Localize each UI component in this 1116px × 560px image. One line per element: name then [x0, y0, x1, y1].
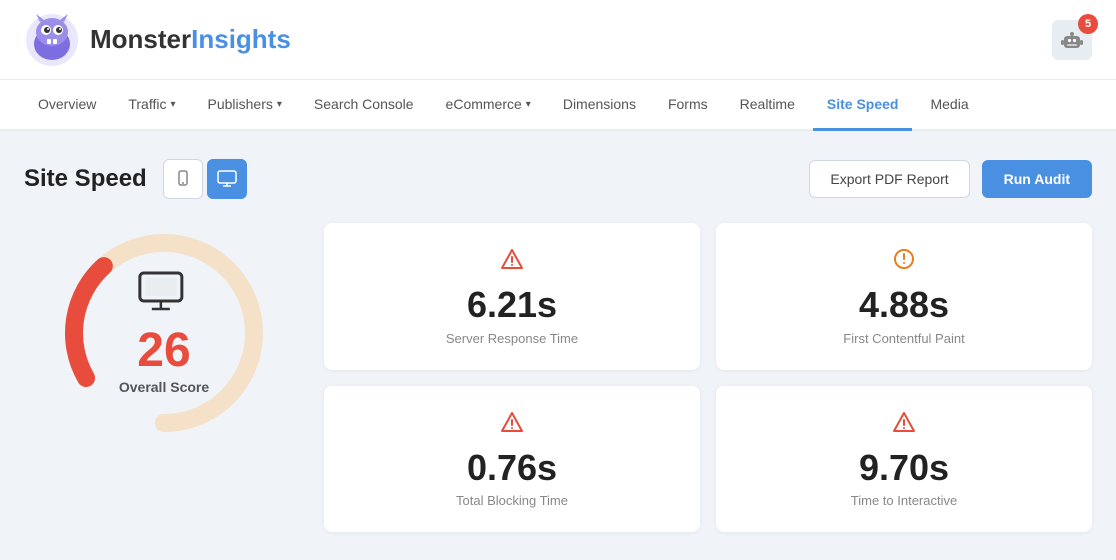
- nav-search-console[interactable]: Search Console: [300, 80, 428, 131]
- traffic-chevron: ▾: [170, 99, 175, 110]
- nav-publishers[interactable]: Publishers ▾: [194, 80, 296, 131]
- notification-badge: 5: [1078, 14, 1098, 34]
- nav-forms[interactable]: Forms: [654, 80, 722, 131]
- metric-card-server-response: 6.21s Server Response Time: [324, 223, 700, 370]
- donut-chart: 26 Overall Score: [54, 223, 274, 443]
- nav-overview[interactable]: Overview: [24, 80, 110, 131]
- app-header: MonsterInsights 5: [0, 0, 1116, 80]
- desktop-device-button[interactable]: [207, 159, 247, 199]
- warning-icon-tbt: [500, 410, 524, 440]
- mobile-icon: [174, 170, 192, 188]
- logo-icon: [24, 12, 80, 68]
- metric-name-tti: Time to Interactive: [851, 493, 957, 508]
- desktop-icon: [217, 170, 237, 188]
- metric-value-fcp: 4.88s: [859, 285, 949, 325]
- metric-value-tti: 9.70s: [859, 448, 949, 488]
- score-section: 26 Overall Score: [24, 223, 304, 443]
- metric-card-tti: 9.70s Time to Interactive: [716, 386, 1092, 533]
- metric-name-server-response: Server Response Time: [446, 331, 578, 346]
- nav-dimensions[interactable]: Dimensions: [549, 80, 650, 131]
- warning-icon-server: [500, 247, 524, 277]
- notification-icon: [1061, 29, 1083, 51]
- metric-value-server-response: 6.21s: [467, 285, 557, 325]
- score-number: 26: [119, 327, 209, 375]
- main-nav: Overview Traffic ▾ Publishers ▾ Search C…: [0, 80, 1116, 131]
- metric-name-fcp: First Contentful Paint: [843, 331, 964, 346]
- run-audit-button[interactable]: Run Audit: [982, 160, 1092, 198]
- nav-realtime[interactable]: Realtime: [726, 80, 809, 131]
- nav-site-speed[interactable]: Site Speed: [813, 80, 913, 131]
- page-title: Site Speed: [24, 165, 147, 193]
- page-title-row: Site Speed: [24, 159, 247, 199]
- monitor-icon: [119, 271, 209, 325]
- metric-value-tbt: 0.76s: [467, 448, 557, 488]
- publishers-chevron: ▾: [277, 99, 282, 110]
- donut-center: 26 Overall Score: [119, 271, 209, 395]
- metrics-grid: 6.21s Server Response Time 4.88s First C…: [324, 223, 1092, 532]
- metric-card-tbt: 0.76s Total Blocking Time: [324, 386, 700, 533]
- logo-area: MonsterInsights: [24, 12, 291, 68]
- metric-name-tbt: Total Blocking Time: [456, 493, 568, 508]
- content-area: 26 Overall Score 6.21s Server Response T…: [24, 223, 1092, 532]
- warning-icon-fcp: [892, 247, 916, 277]
- score-label: Overall Score: [119, 379, 209, 395]
- nav-traffic[interactable]: Traffic ▾: [114, 80, 189, 131]
- main-content: Site Speed: [0, 131, 1116, 560]
- ecommerce-chevron: ▾: [526, 99, 531, 110]
- nav-media[interactable]: Media: [916, 80, 982, 131]
- logo-text: MonsterInsights: [90, 24, 291, 55]
- notification-button[interactable]: 5: [1052, 20, 1092, 60]
- export-pdf-button[interactable]: Export PDF Report: [809, 160, 969, 198]
- metric-card-fcp: 4.88s First Contentful Paint: [716, 223, 1092, 370]
- warning-icon-tti: [892, 410, 916, 440]
- logo-insights: Insights: [191, 24, 291, 54]
- nav-ecommerce[interactable]: eCommerce ▾: [432, 80, 545, 131]
- action-buttons: Export PDF Report Run Audit: [809, 160, 1092, 198]
- logo-monster: Monster: [90, 24, 191, 54]
- header-right: 5: [1052, 20, 1092, 60]
